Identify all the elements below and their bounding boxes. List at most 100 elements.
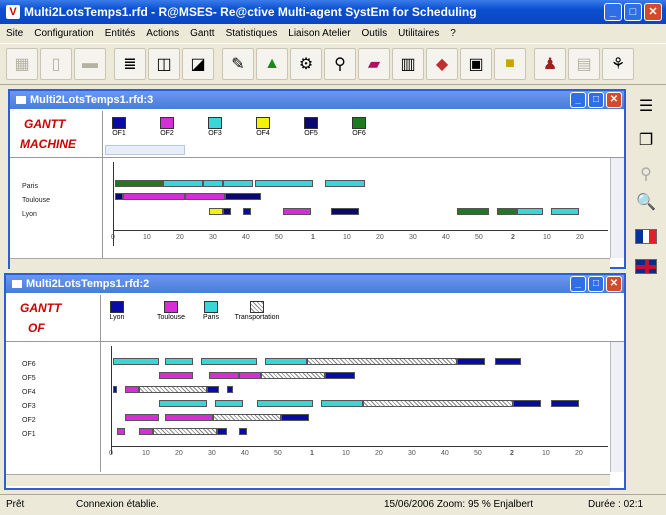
menu-statistiques[interactable]: Statistiques bbox=[226, 28, 278, 39]
menu-utilitaires[interactable]: Utilitaires bbox=[398, 28, 439, 39]
task-bar[interactable] bbox=[201, 358, 257, 365]
open-folder-icon[interactable]: ■ bbox=[494, 48, 526, 80]
chart-window-icon[interactable]: ◫ bbox=[148, 48, 180, 80]
task-bar[interactable] bbox=[203, 180, 223, 187]
task-bar[interactable] bbox=[551, 400, 579, 407]
network-icon[interactable]: ⚘ bbox=[602, 48, 634, 80]
task-bar[interactable] bbox=[207, 386, 219, 393]
task-bar[interactable] bbox=[495, 358, 521, 365]
task-bar[interactable] bbox=[209, 372, 239, 379]
task-bar[interactable] bbox=[517, 208, 543, 215]
legend-scrollbar[interactable] bbox=[105, 145, 185, 155]
maximize-button[interactable]: □ bbox=[624, 3, 642, 21]
menu-outils[interactable]: Outils bbox=[362, 28, 388, 39]
task-bar[interactable] bbox=[223, 180, 253, 187]
task-bar[interactable] bbox=[255, 180, 313, 187]
task-bar[interactable] bbox=[225, 193, 261, 200]
task-bar[interactable] bbox=[321, 400, 363, 407]
tile-horizontal-icon[interactable]: ☰ bbox=[632, 92, 660, 120]
child-close-button[interactable]: ✕ bbox=[606, 92, 622, 108]
folder-icon[interactable]: ▬ bbox=[74, 48, 106, 80]
task-bar[interactable] bbox=[139, 386, 207, 393]
minimize-button[interactable]: _ bbox=[604, 3, 622, 21]
task-bar[interactable] bbox=[153, 428, 217, 435]
chart-hscrollbar[interactable] bbox=[100, 474, 610, 486]
uk-flag-icon[interactable] bbox=[632, 252, 660, 280]
tree-icon[interactable]: ▲ bbox=[256, 48, 288, 80]
task-bar[interactable] bbox=[159, 400, 207, 407]
task-bar[interactable] bbox=[215, 400, 243, 407]
task-bar[interactable] bbox=[163, 180, 203, 187]
cascade-windows-icon[interactable]: ❐ bbox=[632, 126, 660, 154]
machines-icon[interactable]: ▰ bbox=[358, 48, 390, 80]
task-bar[interactable] bbox=[209, 208, 223, 215]
task-bar[interactable] bbox=[257, 400, 313, 407]
task-bar[interactable] bbox=[125, 386, 139, 393]
save-icon[interactable]: ▣ bbox=[460, 48, 492, 80]
close-button[interactable]: ✕ bbox=[644, 3, 662, 21]
menu-gantt[interactable]: Gantt bbox=[190, 28, 214, 39]
task-bar[interactable] bbox=[283, 208, 311, 215]
task-bar[interactable] bbox=[115, 180, 163, 187]
french-flag-icon[interactable] bbox=[632, 222, 660, 250]
task-bar[interactable] bbox=[513, 400, 541, 407]
task-bar[interactable] bbox=[551, 208, 579, 215]
task-bar[interactable] bbox=[217, 428, 227, 435]
task-bar[interactable] bbox=[123, 193, 185, 200]
new-file-icon[interactable]: ▯ bbox=[40, 48, 72, 80]
task-bar[interactable] bbox=[261, 372, 325, 379]
label-hscrollbar[interactable] bbox=[10, 258, 102, 270]
cube-icon[interactable]: ◆ bbox=[426, 48, 458, 80]
vertical-scrollbar[interactable] bbox=[610, 158, 624, 258]
chart-window-2-icon[interactable]: ◪ bbox=[182, 48, 214, 80]
task-bar[interactable] bbox=[265, 358, 307, 365]
pencil-icon[interactable]: ✎ bbox=[222, 48, 254, 80]
child-minimize-button[interactable]: _ bbox=[570, 92, 586, 108]
task-bar[interactable] bbox=[113, 358, 159, 365]
task-bar[interactable] bbox=[457, 358, 485, 365]
task-bar[interactable] bbox=[239, 372, 261, 379]
menu-site[interactable]: Site bbox=[6, 28, 23, 39]
report-icon[interactable]: ≣ bbox=[114, 48, 146, 80]
child-minimize-button[interactable]: _ bbox=[570, 276, 586, 292]
task-bar[interactable] bbox=[325, 180, 365, 187]
task-bar[interactable] bbox=[139, 428, 153, 435]
menu-help[interactable]: ? bbox=[450, 28, 456, 39]
menu-entites[interactable]: Entités bbox=[105, 28, 136, 39]
child-maximize-button[interactable]: □ bbox=[588, 276, 604, 292]
task-bar[interactable] bbox=[117, 428, 125, 435]
zoom-icon[interactable]: 🔍 bbox=[632, 188, 660, 216]
menu-configuration[interactable]: Configuration bbox=[34, 28, 93, 39]
pin-icon[interactable]: ⚲ bbox=[324, 48, 356, 80]
task-bar[interactable] bbox=[213, 414, 281, 421]
task-bar[interactable] bbox=[125, 414, 159, 421]
task-bar[interactable] bbox=[497, 208, 517, 215]
zoom-disabled-icon[interactable]: ⚲ bbox=[632, 160, 660, 188]
task-bar[interactable] bbox=[331, 208, 359, 215]
task-bar[interactable] bbox=[115, 193, 123, 200]
task-bar[interactable] bbox=[165, 414, 213, 421]
gear-icon[interactable]: ⚙ bbox=[290, 48, 322, 80]
stats-icon[interactable]: ▥ bbox=[392, 48, 424, 80]
task-bar[interactable] bbox=[243, 208, 251, 215]
task-bar[interactable] bbox=[363, 400, 513, 407]
table-disabled-icon[interactable]: ▤ bbox=[568, 48, 600, 80]
task-bar[interactable] bbox=[165, 358, 193, 365]
label-hscrollbar[interactable] bbox=[6, 474, 100, 486]
chart-hscrollbar[interactable] bbox=[102, 258, 610, 270]
child-maximize-button[interactable]: □ bbox=[588, 92, 604, 108]
task-bar[interactable] bbox=[227, 386, 233, 393]
task-bar[interactable] bbox=[113, 386, 117, 393]
menu-actions[interactable]: Actions bbox=[146, 28, 179, 39]
task-bar[interactable] bbox=[457, 208, 489, 215]
task-bar[interactable] bbox=[325, 372, 355, 379]
task-bar[interactable] bbox=[307, 358, 457, 365]
task-bar[interactable] bbox=[185, 193, 225, 200]
task-bar[interactable] bbox=[159, 372, 193, 379]
user-icon[interactable]: ♟ bbox=[534, 48, 566, 80]
menu-liaison-atelier[interactable]: Liaison Atelier bbox=[288, 28, 350, 39]
task-bar[interactable] bbox=[239, 428, 247, 435]
child-close-button[interactable]: ✕ bbox=[606, 276, 622, 292]
app-icon[interactable]: V bbox=[6, 5, 20, 19]
grid-disabled-icon[interactable]: ▦ bbox=[6, 48, 38, 80]
